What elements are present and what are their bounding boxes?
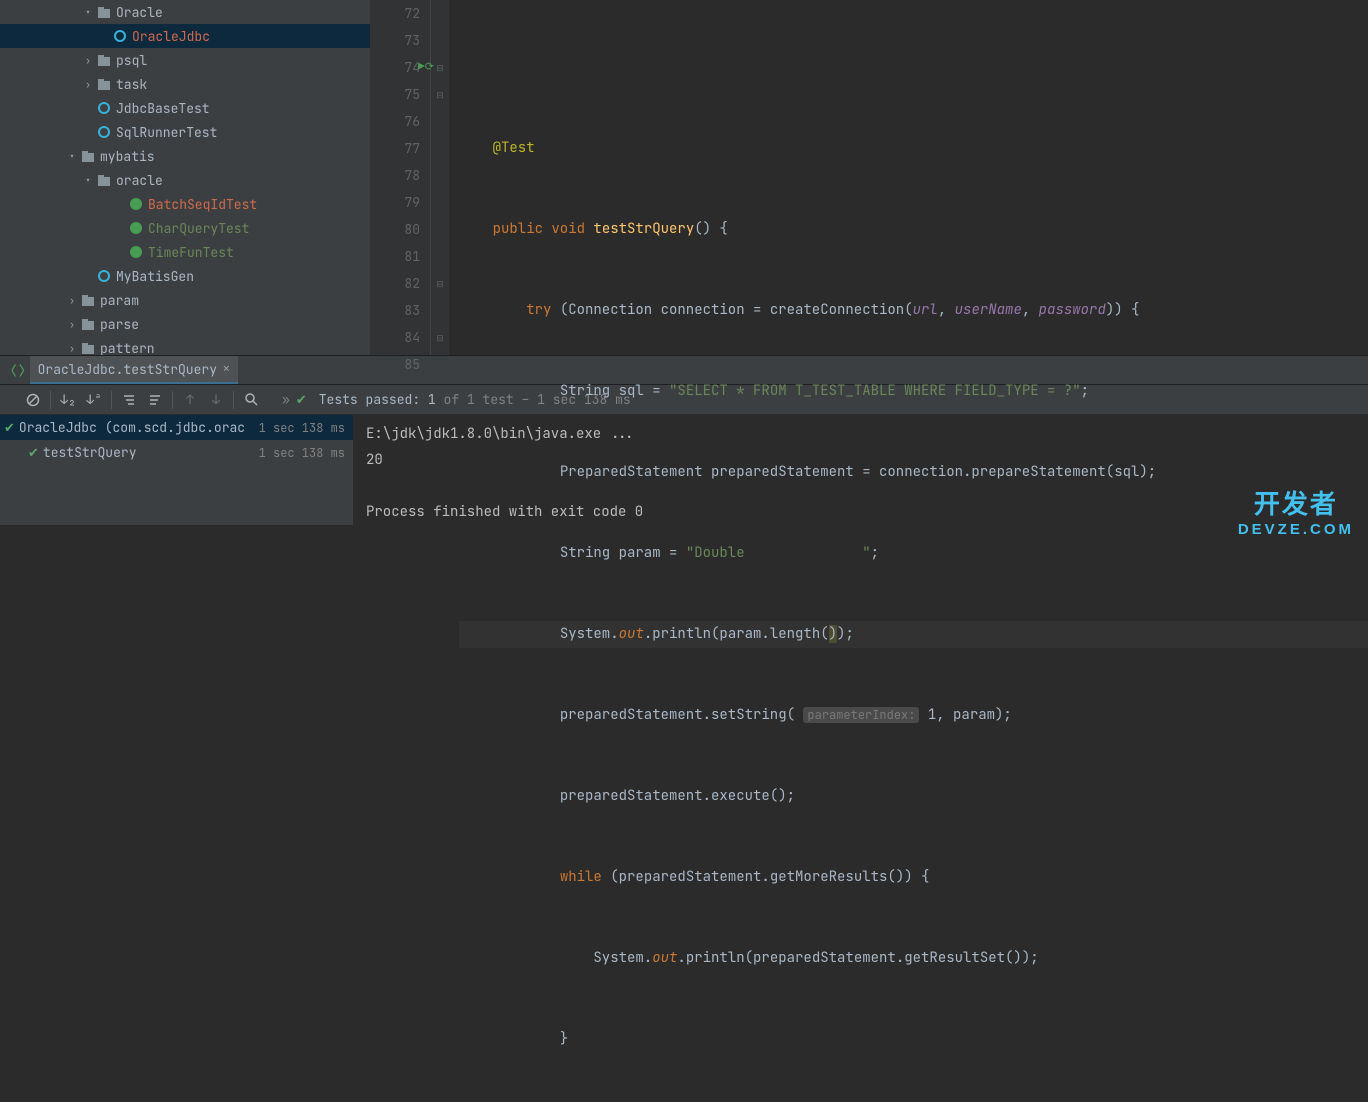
line-number: 81 [371,243,420,270]
line-number: 84 [371,324,420,351]
tree-label: param [100,292,139,309]
tree-timefun[interactable]: TimeFunTest [0,240,370,264]
line-number: 79 [371,189,420,216]
tree-label: psql [116,52,147,69]
next-failed-button[interactable]: ↓ [203,387,229,413]
tree-label: Oracle [116,4,163,21]
watermark: 开发者 DEVZE.COM [1238,491,1354,543]
check-icon: ✔ [4,419,15,436]
disable-button[interactable] [20,387,46,413]
fold-icon[interactable]: ⊟ [431,324,449,351]
test-child-row[interactable]: ✔testStrQuery 1 sec 138 ms [0,440,353,465]
parameter-hint: parameterIndex: [803,707,919,723]
test-results-tree[interactable]: ✔OracleJdbc (com.scd.jdbc.orac 1 sec 138… [0,415,354,525]
tree-label: task [116,76,147,93]
tree-label: parse [100,316,139,333]
gutter[interactable]: 72 73 74▶⟳ 75 76 77 78 79 80 81 82 83 84… [371,0,431,355]
tree-oracle2[interactable]: ▾oracle [0,168,370,192]
tree-label: TimeFunTest [148,244,234,261]
tree-parse[interactable]: ›parse [0,312,370,336]
project-tree[interactable]: ▾Oracle OracleJdbc ›psql ›task JdbcBaseT… [0,0,371,355]
tree-label: JdbcBaseTest [116,100,210,117]
line-number: 74▶⟳ [371,54,420,81]
tree-oracle-pkg[interactable]: ▾Oracle [0,0,370,24]
prev-failed-button[interactable]: ↑ [177,387,203,413]
line-number: 77 [371,135,420,162]
tree-task[interactable]: ›task [0,72,370,96]
chevron-right-icon: » [282,391,290,408]
check-icon: ✔ [28,444,39,461]
line-number: 72 [371,0,420,27]
run-tab-title: OracleJdbc.testStrQuery [38,361,217,378]
tree-charquery[interactable]: CharQueryTest [0,216,370,240]
tree-label: mybatis [100,148,155,165]
tree-label: pattern [100,340,155,356]
annotation: @Test [493,139,535,157]
test-duration: 1 sec 138 ms [259,420,345,436]
line-number: 83 [371,297,420,324]
tree-oraclejdbc[interactable]: OracleJdbc [0,24,370,48]
tree-label: oracle [116,172,163,189]
tree-label: SqlRunnerTest [116,124,217,141]
tree-label: OracleJdbc [132,28,210,45]
line-number: 78 [371,162,420,189]
tree-jdbcbasetest[interactable]: JdbcBaseTest [0,96,370,120]
sort-alpha-button[interactable]: ↓ª [81,387,107,413]
line-number: 82 [371,270,420,297]
fold-icon[interactable]: ⊟ [431,270,449,297]
code-area[interactable]: @Test public void testStrQuery() { try (… [449,0,1368,355]
tree-mybatisgen[interactable]: MyBatisGen [0,264,370,288]
test-name: testStrQuery [43,444,137,461]
tree-pattern[interactable]: ›pattern [0,336,370,355]
code-editor[interactable]: 72 73 74▶⟳ 75 76 77 78 79 80 81 82 83 84… [371,0,1368,355]
line-number: 75 [371,81,420,108]
sort-button[interactable]: ↓₂ [55,387,81,413]
tree-param[interactable]: ›param [0,288,370,312]
tree-batchseqid[interactable]: BatchSeqIdTest [0,192,370,216]
tree-label: MyBatisGen [116,268,194,285]
line-number: 80 [371,216,420,243]
tree-label: CharQueryTest [148,220,249,237]
run-tab[interactable]: OracleJdbc.testStrQuery ✕ [30,356,238,384]
tree-psql[interactable]: ›psql [0,48,370,72]
collapse-all-button[interactable] [142,387,168,413]
line-number: 85 [371,351,420,378]
close-icon[interactable]: ✕ [223,362,230,376]
line-number: 76 [371,108,420,135]
test-duration: 1 sec 138 ms [259,445,345,461]
search-button[interactable] [238,387,264,413]
check-icon: ✔ [296,391,307,408]
tree-label: BatchSeqIdTest [148,196,257,213]
test-root-row[interactable]: ✔OracleJdbc (com.scd.jdbc.orac 1 sec 138… [0,415,353,440]
fold-icon[interactable]: ⊟ [431,81,449,108]
console-line: 20 [366,451,383,469]
expand-all-button[interactable] [116,387,142,413]
run-icon: ⟨⟩ [10,362,26,379]
tree-mybatis[interactable]: ▾mybatis [0,144,370,168]
line-number: 73 [371,27,420,54]
tree-sqlrunnertest[interactable]: SqlRunnerTest [0,120,370,144]
test-name: OracleJdbc (com.scd.jdbc.orac [19,419,245,436]
run-gutter-icon[interactable]: ▶⟳ [418,54,434,81]
